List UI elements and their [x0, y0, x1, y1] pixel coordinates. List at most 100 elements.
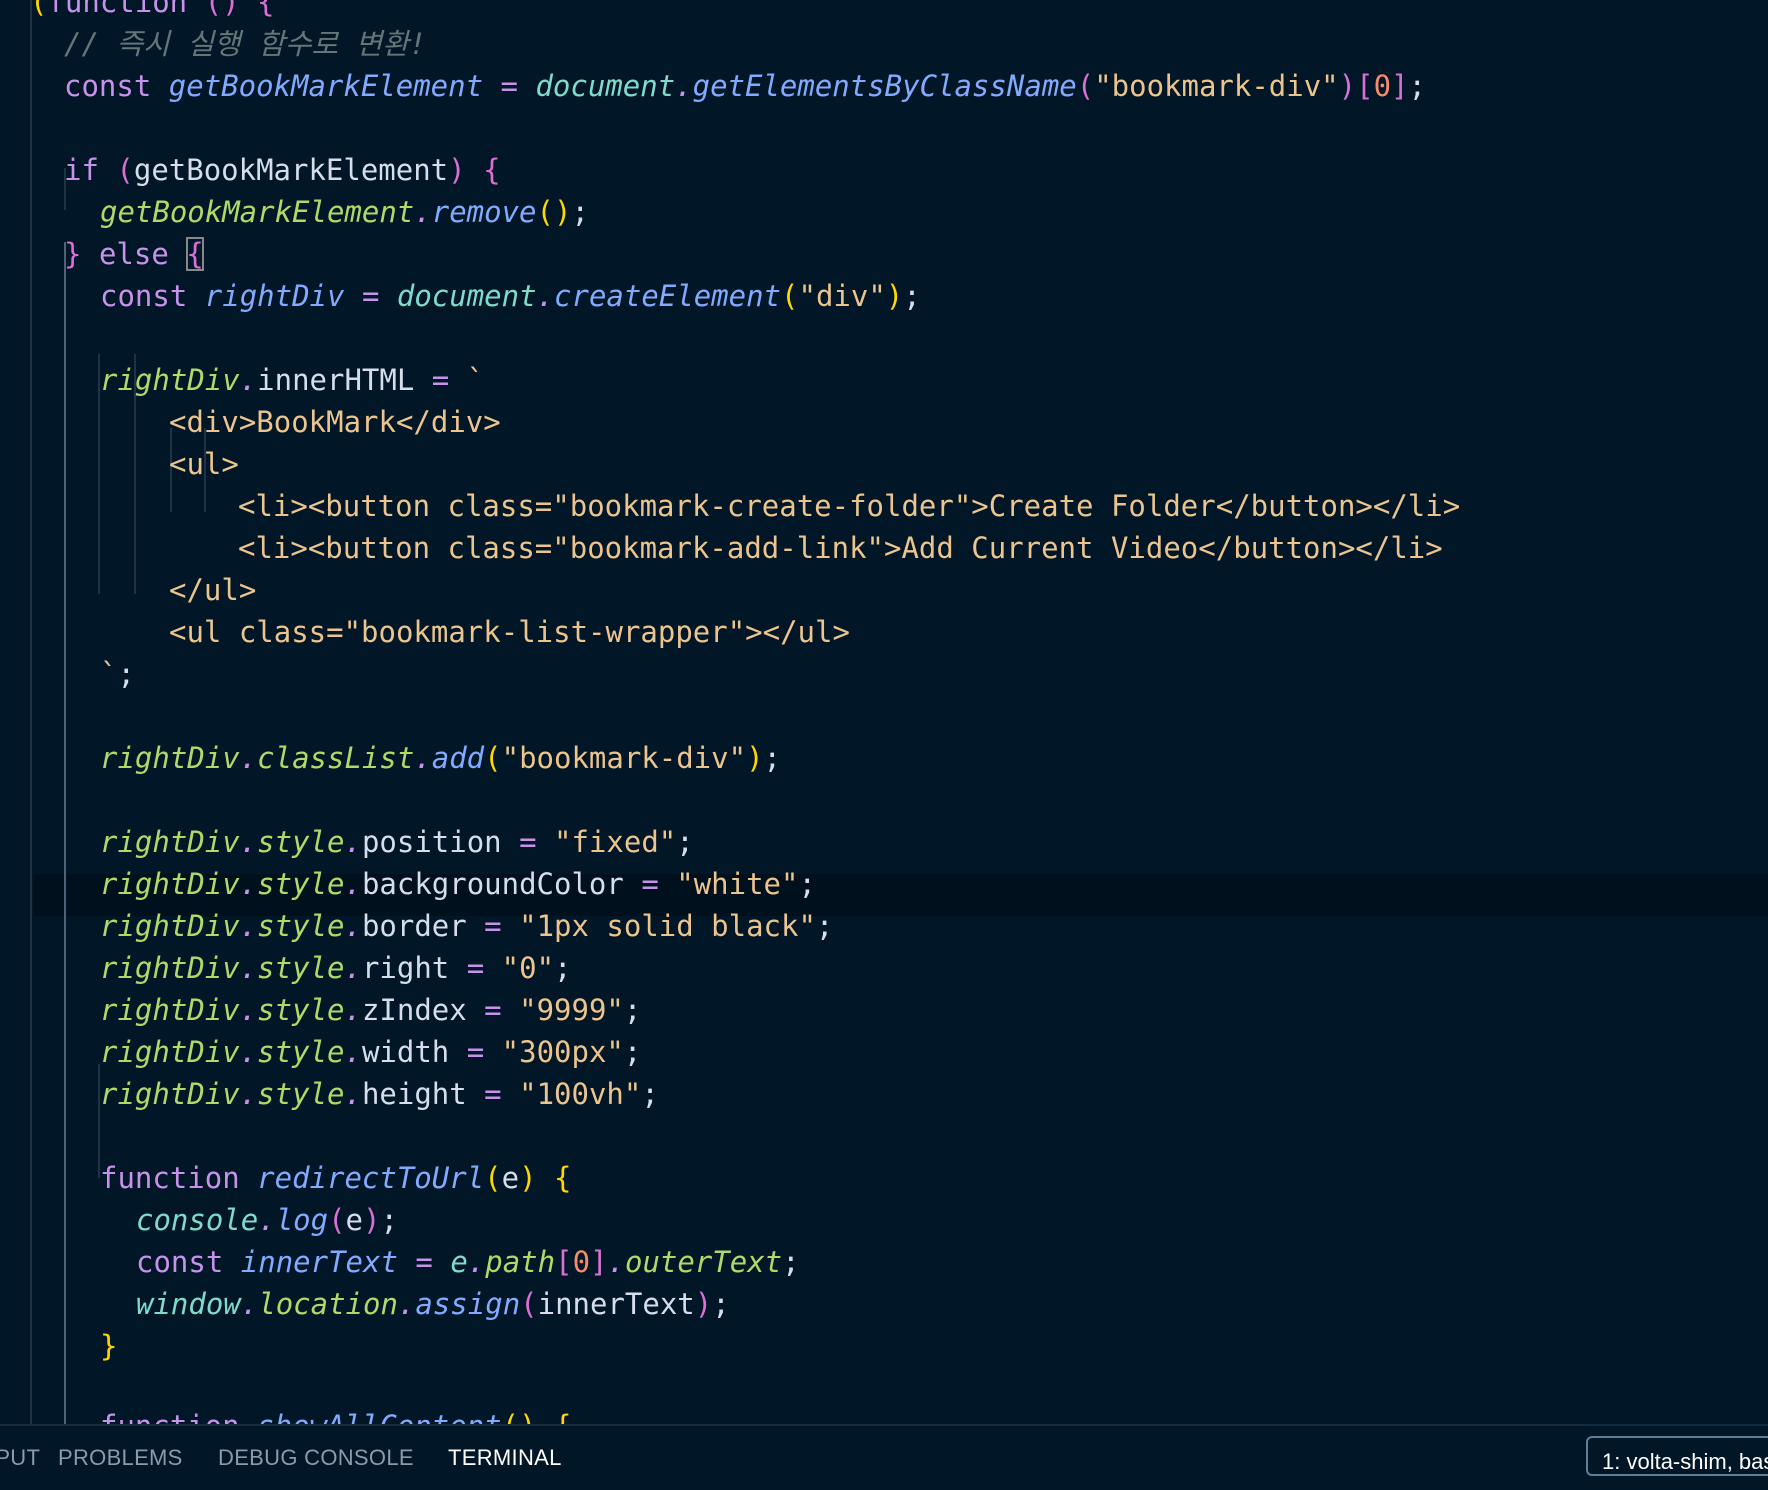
dot: .	[414, 195, 432, 229]
property: height	[361, 1077, 467, 1111]
indent-guide-active	[64, 242, 66, 1424]
object: rightDiv	[100, 993, 240, 1027]
operator: =	[500, 69, 518, 103]
bracket: ]	[590, 1245, 608, 1279]
paren: )	[1338, 69, 1357, 103]
code-line-35[interactable]: function showAllContent() {	[100, 1405, 571, 1424]
brace: }	[64, 237, 82, 271]
code-line-5[interactable]: if (getBookMarkElement) {	[64, 149, 501, 191]
code-line-6[interactable]: getBookMarkElement.remove();	[100, 191, 589, 233]
method: add	[431, 741, 485, 775]
semicolon: ;	[712, 1287, 730, 1321]
object: rightDiv	[100, 825, 240, 859]
dot: .	[344, 867, 362, 901]
dot: .	[414, 741, 432, 775]
paren: )	[746, 741, 764, 775]
code-line-26[interactable]: rightDiv.style.width = "300px";	[100, 1031, 641, 1073]
code-line-30[interactable]: console.log(e);	[136, 1199, 398, 1241]
code-line-1[interactable]: (function () {	[30, 0, 274, 23]
property: style	[257, 1035, 345, 1069]
code-line-32[interactable]: window.location.assign(innerText);	[136, 1283, 730, 1325]
code-line-13[interactable]: <li><button class="bookmark-create-folde…	[238, 485, 1460, 527]
dot: .	[536, 279, 555, 313]
string: "0"	[501, 951, 555, 985]
code-line-12[interactable]: <ul>	[169, 443, 239, 485]
object: getBookMarkElement	[100, 195, 415, 229]
semicolon: ;	[623, 993, 642, 1027]
tab-problems[interactable]: PROBLEMS	[58, 1426, 183, 1474]
property: style	[257, 825, 345, 859]
string: "white"	[676, 867, 799, 901]
object: document	[535, 69, 676, 103]
code-line-10[interactable]: rightDiv.innerHTML = `	[100, 359, 484, 401]
method: log	[275, 1203, 329, 1237]
operator: =	[361, 279, 380, 313]
code-line-22[interactable]: rightDiv.style.backgroundColor = "white"…	[100, 863, 816, 905]
code-line-23[interactable]: rightDiv.style.border = "1px solid black…	[100, 905, 833, 947]
semicolon: ;	[782, 1245, 800, 1279]
code-line-3[interactable]: const getBookMarkElement = document.getE…	[64, 65, 1426, 107]
dot: .	[467, 1245, 486, 1279]
number: 0	[572, 1245, 591, 1279]
code-line-19[interactable]: rightDiv.classList.add("bookmark-div");	[100, 737, 781, 779]
paren: (	[484, 741, 502, 775]
tab-terminal[interactable]: TERMINAL	[448, 1426, 562, 1474]
code-line-21[interactable]: rightDiv.style.position = "fixed";	[100, 821, 694, 863]
code-line-14[interactable]: <li><button class="bookmark-add-link">Ad…	[238, 527, 1443, 569]
code-line-2[interactable]: // 즉시 실행 함수로 변환!	[64, 23, 426, 65]
property: style	[257, 867, 345, 901]
object: rightDiv	[100, 1035, 240, 1069]
string: "1px solid black"	[519, 909, 816, 943]
keyword: const	[64, 69, 152, 103]
paren: )	[363, 1203, 381, 1237]
code-line-31[interactable]: const innerText = e.path[0].outerText;	[136, 1241, 800, 1283]
dot: .	[239, 951, 258, 985]
code-line-8[interactable]: const rightDiv = document.createElement(…	[100, 275, 921, 317]
string: "fixed"	[554, 825, 677, 859]
operator: =	[415, 1245, 433, 1279]
method: remove	[431, 195, 537, 229]
code-line-7[interactable]: } else {	[64, 233, 204, 275]
code-line-16[interactable]: <ul class="bookmark-list-wrapper"></ul>	[169, 611, 850, 653]
paren: )	[885, 279, 904, 313]
code-line-27[interactable]: rightDiv.style.height = "100vh";	[100, 1073, 659, 1115]
string: "100vh"	[519, 1077, 642, 1111]
semicolon: ;	[798, 867, 816, 901]
dot: .	[239, 993, 258, 1027]
semicolon: ;	[554, 951, 572, 985]
operator: =	[484, 993, 502, 1027]
code-line-11[interactable]: <div>BookMark</div>	[169, 401, 501, 443]
template-string: <li><button class="bookmark-add-link">Ad…	[238, 531, 1443, 565]
brace: {	[483, 153, 501, 187]
tab-output[interactable]: OUTPUT	[0, 1426, 40, 1474]
method: createElement	[554, 279, 782, 313]
code-editor[interactable]: (function () { // 즉시 실행 함수로 변환! const ge…	[0, 0, 1768, 1424]
object: rightDiv	[100, 867, 240, 901]
terminal-select-dropdown[interactable]: 1: volta-shim, bash	[1586, 1436, 1768, 1476]
operator: =	[431, 363, 450, 397]
brace: }	[100, 1329, 118, 1363]
paren: ()	[536, 195, 572, 229]
tab-debug-console[interactable]: DEBUG CONSOLE	[218, 1426, 414, 1474]
dot: .	[239, 741, 258, 775]
code-line-33[interactable]: }	[100, 1325, 117, 1367]
property: outerText	[624, 1245, 783, 1279]
bottom-panel-tabbar: OUTPUT PROBLEMS DEBUG CONSOLE TERMINAL 1…	[0, 1424, 1768, 1476]
code-line-24[interactable]: rightDiv.style.right = "0";	[100, 947, 572, 989]
object: console	[136, 1203, 259, 1237]
dot: .	[344, 825, 362, 859]
keyword: const	[136, 1245, 224, 1279]
paren: )	[694, 1287, 713, 1321]
template-string: <ul>	[169, 447, 239, 481]
code-line-29[interactable]: function redirectToUrl(e) {	[100, 1157, 571, 1199]
paren: (	[1076, 69, 1095, 103]
brace: {	[554, 1161, 572, 1195]
code-line-15[interactable]: </ul>	[169, 569, 256, 611]
code-line-17[interactable]: `;	[100, 653, 135, 695]
function-name: redirectToUrl	[257, 1161, 485, 1195]
property: style	[257, 909, 345, 943]
operator: =	[466, 1035, 485, 1069]
bracket: [	[1356, 69, 1374, 103]
code-line-25[interactable]: rightDiv.style.zIndex = "9999";	[100, 989, 641, 1031]
paren: ()	[502, 1409, 537, 1424]
